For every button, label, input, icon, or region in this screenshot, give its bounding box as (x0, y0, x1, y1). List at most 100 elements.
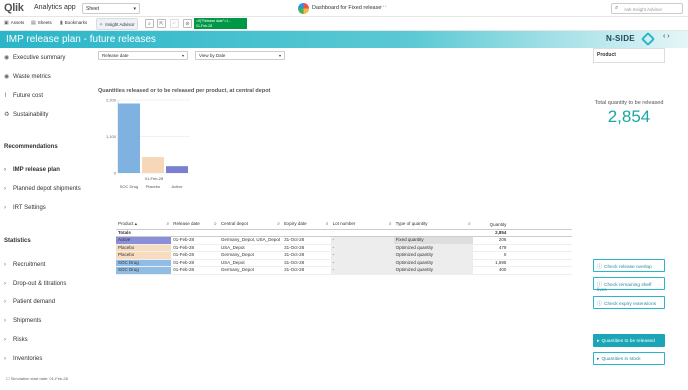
search-icon[interactable]: ⌕ (468, 221, 471, 227)
chevron-down-icon: ▾ (278, 53, 281, 58)
sheets-button[interactable]: ▤ Sheets (31, 20, 52, 26)
sidebar-item-future-cost[interactable]: ⌇ Future cost (4, 92, 43, 99)
x-category-label: Placebo (146, 184, 161, 189)
search-icon[interactable]: ⌕ (214, 221, 217, 227)
app-badge-icon (298, 3, 309, 14)
brand-logo-text: N-SIDE (606, 34, 635, 43)
sidebar-item-label: Patient demand (13, 299, 56, 305)
search-icon[interactable]: ⌕ (277, 221, 280, 227)
bookmarks-button[interactable]: ▮ Bookmarks (60, 20, 87, 26)
sidebar-item-irt-settings[interactable]: › IRT Settings (4, 205, 46, 211)
quantities-to-be-released-button[interactable]: ▸ Quantities to be released (593, 334, 665, 347)
next-sheet-icon[interactable]: › (667, 33, 669, 40)
cell-type: Optimized quantity (393, 259, 473, 268)
sidebar-item-label: IRT Settings (13, 205, 46, 211)
view-by-filter[interactable]: View by Date ▾ (195, 51, 285, 60)
page-title: IMP release plan - future releases (6, 34, 156, 45)
cell-type: Fixed quantity (393, 236, 473, 245)
sidebar-item-imp-release-plan[interactable]: › IMP release plan (4, 167, 60, 173)
sidebar-item-label: Executive summary (13, 55, 66, 61)
col-header-type-of-quantity[interactable]: Type of quantity ⌕ (393, 220, 473, 230)
insight-search-input[interactable]: ⌕ Ask Insight Advisor (611, 3, 683, 14)
search-icon[interactable]: ⌕ (166, 221, 169, 227)
cell-product: Active (116, 236, 172, 245)
sidebar-item-label: Shipments (13, 318, 42, 324)
search-icon[interactable]: ⌕ (389, 221, 392, 227)
cell-product: SOC Drug (116, 259, 172, 268)
release-date-filter-label: Release date (102, 53, 129, 58)
sidebar-item-label: IMP release plan (13, 167, 60, 173)
more-options-icon[interactable]: ··· (380, 3, 387, 10)
release-table: Product ▴ ⌕ Release date ⌕ Central depot ⌕ … (116, 220, 572, 276)
assets-button[interactable]: ▣ Assets (4, 20, 24, 26)
bar-soc-drug (118, 103, 140, 173)
table-row[interactable]: Active 01-Feb-28 Germany_Depot, USA_Depot 3… (116, 236, 572, 245)
x-category-label: SOC Drug (120, 184, 138, 189)
cell-depot: USA_Depot (218, 259, 283, 268)
sheet-navigation[interactable]: ‹ › (663, 33, 670, 40)
cell-release: 01-Feb-28 (171, 259, 219, 268)
sidebar-item-recruitment[interactable]: › Recruitment (4, 262, 45, 268)
sidebar-item-shipments[interactable]: › Shipments (4, 318, 41, 324)
product-filter-panel[interactable]: Product (593, 48, 665, 63)
col-header-product[interactable]: Product ▴ ⌕ (116, 220, 172, 230)
sidebar-item-label: Risks (13, 337, 28, 343)
sidebar-item-patient-demand[interactable]: › Patient demand (4, 299, 55, 305)
table-row[interactable]: SOC Drug 01-Feb-28 Germany_Depot 31-Oct-28-… (116, 266, 572, 276)
button-label: Check release overlap (604, 265, 652, 270)
col-header-label: Product (118, 221, 134, 227)
y-tick-label: 1,100 (106, 134, 117, 139)
cell-type: Optimized quantity (393, 244, 473, 253)
sidebar-item-waste-metrics[interactable]: ◉ Waste metrics (4, 73, 51, 80)
chevron-right-icon: › (4, 186, 6, 192)
quantities-in-stock-button[interactable]: ▸ Quantities in stock (593, 352, 665, 365)
clear-selections-icon[interactable]: ⊘ (183, 19, 192, 28)
chart-icon: ⌇ (4, 93, 7, 99)
table-row[interactable]: Placebo 01-Feb-28 Germany_Depot 31-Oct-28- O… (116, 251, 572, 260)
eye-icon: ◉ (4, 74, 10, 80)
search-icon[interactable]: ⌕ (326, 221, 329, 227)
smart-search-icon[interactable]: ⌕ (145, 19, 154, 28)
col-header-label: Lot number (332, 221, 356, 227)
table-row[interactable]: Placebo 01-Feb-28 USA_Depot 31-Oct-28- Optim… (116, 244, 572, 253)
check-remaining-shelf-lives-button[interactable]: ⓘ Check remaining shelf lives (593, 277, 665, 293)
sidebar-item-executive-summary[interactable]: ◉ Executive summary (4, 54, 65, 61)
col-header-label: Quantity (489, 221, 507, 227)
sidebar-item-inventories[interactable]: › Inventories (4, 356, 42, 362)
kpi-label: Total quantity to be released (594, 100, 664, 106)
cell-lot: - (330, 251, 394, 260)
col-header-release-date[interactable]: Release date ⌕ (171, 220, 219, 230)
sidebar-item-planned-depot-shipments[interactable]: › Planned depot shipments (4, 186, 81, 192)
recommendations-header: Recommendations (4, 144, 58, 150)
release-date-filter[interactable]: Release date ▾ (98, 51, 188, 60)
selections-tool-icon[interactable]: ⇱ (157, 19, 166, 28)
prev-sheet-icon[interactable]: ‹ (663, 33, 665, 40)
cell-qty: 0 (472, 251, 509, 260)
table-row[interactable]: SOC Drug 01-Feb-28 USA_Depot 31-Oct-28- Opti… (116, 259, 572, 268)
sidebar-item-risks[interactable]: › Risks (4, 337, 28, 343)
sidebar-item-sustainability[interactable]: ♻ Sustainability (4, 111, 48, 118)
col-header-lot-number[interactable]: Lot number ⌕ (330, 220, 394, 230)
sidebar-item-drop-out[interactable]: › Drop-out & titrations (4, 281, 66, 287)
dashboard-title: Dashboard for Fixed release (312, 5, 382, 11)
col-header-central-depot[interactable]: Central depot ⌕ (218, 220, 283, 230)
chevron-right-icon: › (4, 337, 6, 343)
x-category-label: Active (172, 184, 184, 189)
arrow-right-icon: ▸ (597, 356, 600, 362)
assets-icon: ▣ (4, 20, 9, 26)
cell-type: Optimized quantity (393, 266, 473, 276)
col-header-expiry-date[interactable]: Expiry date ⌕ (282, 220, 331, 230)
cell-spacer (508, 251, 572, 260)
qlik-logo[interactable]: Qlik (4, 2, 24, 14)
step-back-icon[interactable]: ↶ (170, 19, 179, 28)
y-tick-label: 0 (114, 171, 117, 176)
cell-expiry: 31-Oct-28 (282, 259, 331, 268)
check-release-overlap-button[interactable]: ⓘ Check release overlap (593, 259, 665, 272)
selection-chip[interactable]: =if("Release date"=1... 01-Feb-28 (194, 18, 247, 29)
insight-advisor-button[interactable]: ✧ Insight Advisor (96, 18, 138, 30)
check-expiry-extensions-button[interactable]: ⓘ Check expiry extensions (593, 296, 665, 309)
totals-value: 2,854 (472, 229, 509, 238)
totals-row: Totals 2,854 (116, 229, 572, 238)
sheet-select[interactable]: Sheet ▾ (82, 3, 140, 14)
col-header-quantity[interactable]: Quantity (472, 220, 509, 230)
